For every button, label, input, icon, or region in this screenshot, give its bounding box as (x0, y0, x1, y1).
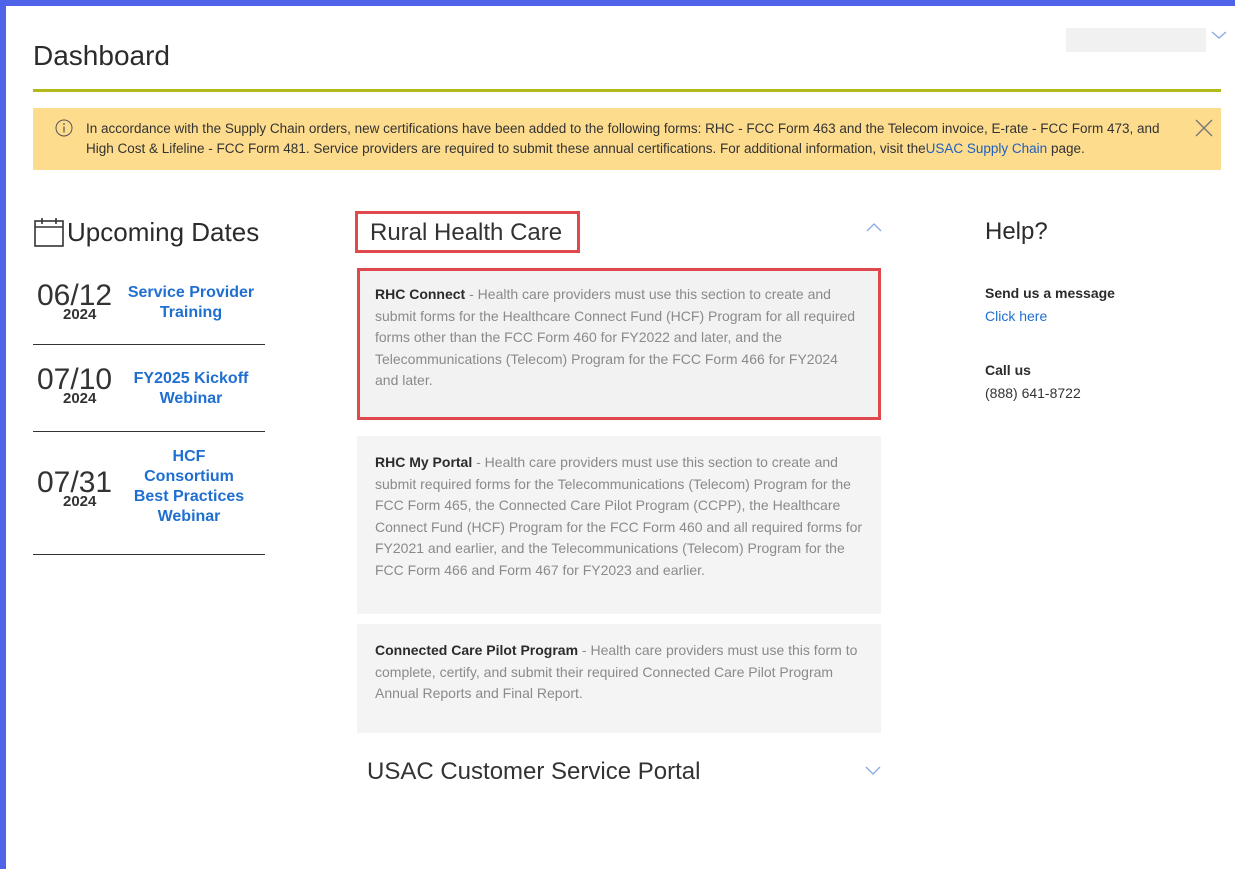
event-link-service-provider-training[interactable]: Service Provider Training (121, 283, 261, 323)
close-icon[interactable] (1193, 117, 1215, 139)
help-title: Help? (985, 218, 1048, 245)
user-menu-placeholder[interactable] (1066, 28, 1206, 52)
calendar-icon (34, 218, 64, 247)
event-link-hcf-consortium-webinar[interactable]: HCF Consortium Best Practices Webinar (129, 447, 249, 527)
send-message-label: Send us a message (985, 285, 1115, 301)
window-frame-left (0, 0, 6, 869)
date-item: 07/10 2024 FY2025 Kickoff Webinar (33, 345, 265, 432)
page-title: Dashboard (33, 40, 170, 71)
rhc-connect-card[interactable]: RHC Connect - Health care providers must… (357, 268, 881, 420)
section-title: Rural Health Care (370, 219, 563, 246)
alert-text-end: page. (1047, 141, 1085, 156)
upcoming-dates-heading: Upcoming Dates (33, 216, 259, 248)
alert-message: In accordance with the Supply Chain orde… (86, 119, 1188, 159)
event-link-fy2025-kickoff-webinar[interactable]: FY2025 Kickoff Webinar (121, 369, 261, 409)
title-divider (33, 89, 1221, 92)
upcoming-dates-title: Upcoming Dates (67, 216, 260, 247)
connected-care-pilot-program-card[interactable]: Connected Care Pilot Program - Health ca… (357, 624, 881, 733)
chevron-up-icon[interactable] (865, 220, 883, 234)
rhc-my-portal-card[interactable]: RHC My Portal - Health care providers mu… (357, 436, 881, 614)
usac-customer-service-portal-header[interactable]: USAC Customer Service Portal (367, 758, 700, 786)
rural-health-care-header[interactable]: Rural Health Care (355, 211, 580, 253)
date-year: 2024 (63, 493, 97, 510)
usac-supply-chain-link[interactable]: USAC Supply Chain (926, 141, 1048, 156)
date-item: 07/31 2024 HCF Consortium Best Practices… (33, 432, 265, 555)
click-here-link[interactable]: Click here (985, 308, 1047, 324)
info-circle-icon (55, 119, 73, 137)
date-item: 06/12 2024 Service Provider Training (33, 270, 265, 345)
card-title: RHC Connect (375, 286, 466, 302)
supply-chain-alert: In accordance with the Supply Chain orde… (33, 108, 1221, 170)
window-frame-top (0, 0, 1235, 6)
card-description: - Health care providers must use this se… (375, 454, 863, 578)
date-year: 2024 (63, 306, 97, 323)
user-menu-chevron-down-icon[interactable] (1210, 26, 1228, 44)
phone-number: (888) 641-8722 (985, 385, 1081, 401)
chevron-down-icon[interactable] (864, 763, 882, 777)
card-title: RHC My Portal (375, 454, 473, 470)
call-us-label: Call us (985, 362, 1031, 378)
date-year: 2024 (63, 390, 97, 407)
card-title: Connected Care Pilot Program (375, 642, 579, 658)
